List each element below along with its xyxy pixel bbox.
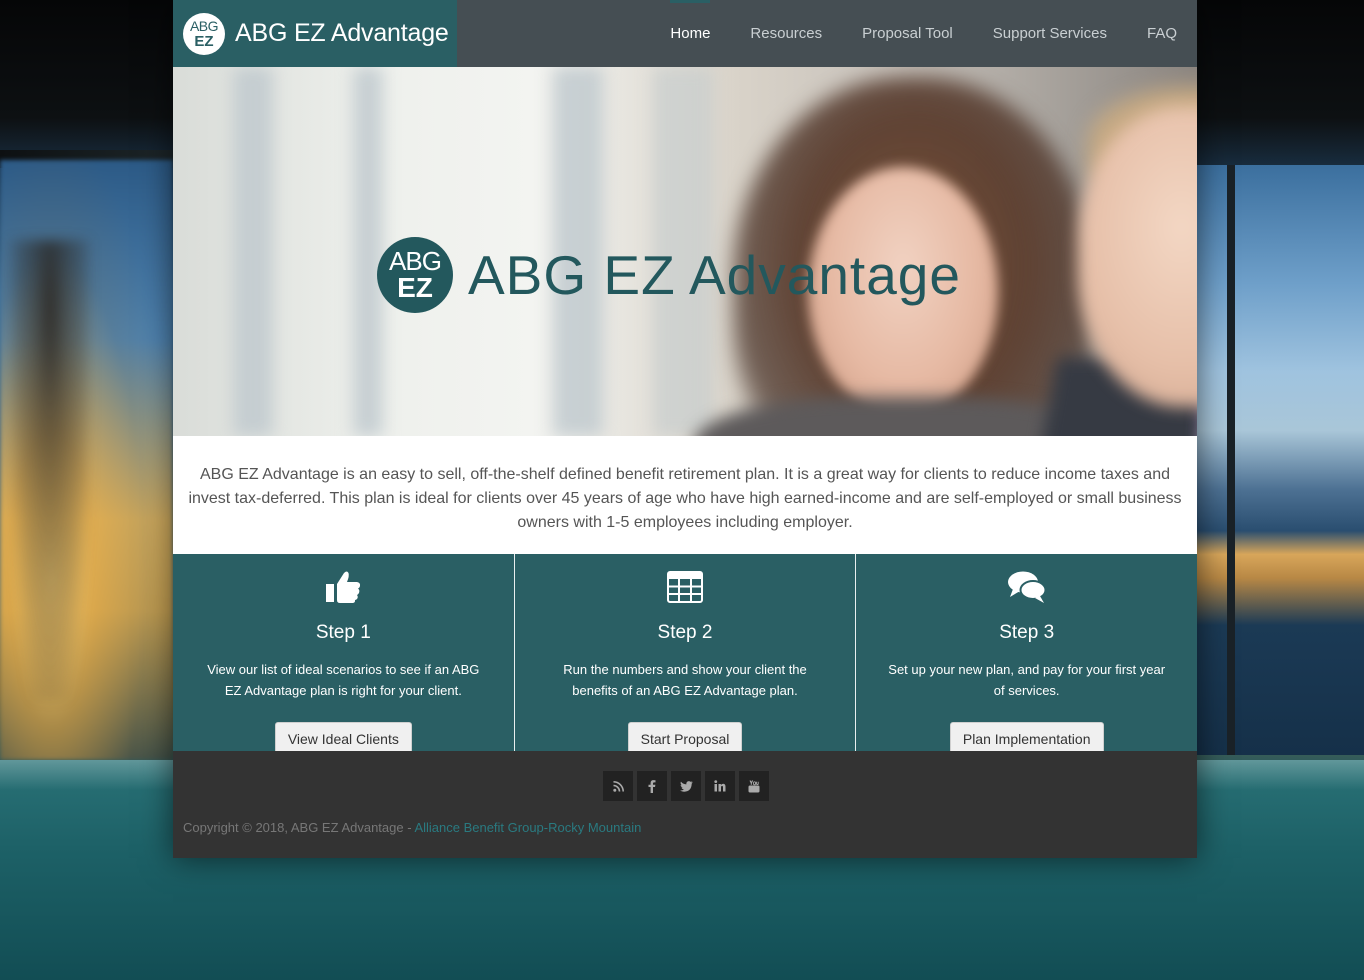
thumbs-up-icon	[173, 565, 514, 609]
background-right-window	[1197, 165, 1364, 755]
twitter-icon[interactable]	[671, 771, 701, 801]
rss-icon[interactable]	[603, 771, 633, 801]
step-card-2: Step 2 Run the numbers and show your cli…	[515, 554, 857, 756]
nav-item-support-services[interactable]: Support Services	[973, 0, 1127, 67]
nav-item-proposal-tool[interactable]: Proposal Tool	[842, 0, 973, 67]
hero-logo-circle: ABG EZ	[377, 237, 453, 313]
hero-logo: ABG EZ ABG EZ Advantage	[377, 237, 961, 313]
step-1-title: Step 1	[315, 622, 371, 643]
table-icon	[515, 565, 856, 609]
main-container: ABG EZ ABG EZ Advantage Home Resources P…	[173, 0, 1197, 858]
facebook-icon[interactable]	[637, 771, 667, 801]
step-card-3: Step 3 Set up your new plan, and pay for…	[856, 554, 1197, 756]
nav-item-faq[interactable]: FAQ	[1127, 0, 1197, 67]
brand-name: ABG EZ Advantage	[235, 19, 449, 47]
alliance-benefit-group-link[interactable]: Alliance Benefit Group-Rocky Mountain	[414, 820, 641, 835]
nav-item-resources[interactable]: Resources	[730, 0, 842, 67]
intro-text: ABG EZ Advantage is an easy to sell, off…	[188, 466, 1182, 531]
step-card-1: Step 1 View our list of ideal scenarios …	[173, 554, 515, 756]
youtube-icon[interactable]	[739, 771, 769, 801]
chat-bubbles-icon	[856, 565, 1197, 609]
logo-line2: EZ	[194, 32, 214, 50]
steps-section: Step 1 View our list of ideal scenarios …	[173, 554, 1197, 756]
background-walking-figure	[10, 240, 90, 700]
social-links	[603, 771, 769, 801]
nav-item-home[interactable]: Home	[650, 0, 730, 67]
hero-banner: ABG EZ ABG EZ Advantage	[173, 67, 1197, 436]
copyright-label: Copyright © 2018, ABG EZ Advantage -	[183, 820, 415, 835]
logo-line1: ABG	[189, 17, 219, 34]
hero-title: ABG EZ Advantage	[468, 244, 961, 306]
step-3-title: Step 3	[999, 622, 1055, 643]
copyright-text: Copyright © 2018, ABG EZ Advantage - All…	[183, 820, 641, 835]
step-3-description: Set up your new plan, and pay for your f…	[888, 662, 1166, 698]
site-footer: Copyright © 2018, ABG EZ Advantage - All…	[173, 751, 1197, 858]
step-1-description: View our list of ideal scenarios to see …	[207, 662, 480, 698]
step-2-title: Step 2	[657, 622, 713, 643]
site-header: ABG EZ ABG EZ Advantage Home Resources P…	[173, 0, 1197, 67]
brand-logo: ABG EZ	[183, 12, 225, 55]
hero-logo-line2: EZ	[397, 272, 433, 303]
hero-logo-line1: ABG	[389, 246, 442, 276]
main-nav: Home Resources Proposal Tool Support Ser…	[650, 0, 1197, 67]
step-2-description: Run the numbers and show your client the…	[563, 662, 807, 698]
linkedin-icon[interactable]	[705, 771, 735, 801]
brand-link[interactable]: ABG EZ ABG EZ Advantage	[173, 0, 457, 67]
